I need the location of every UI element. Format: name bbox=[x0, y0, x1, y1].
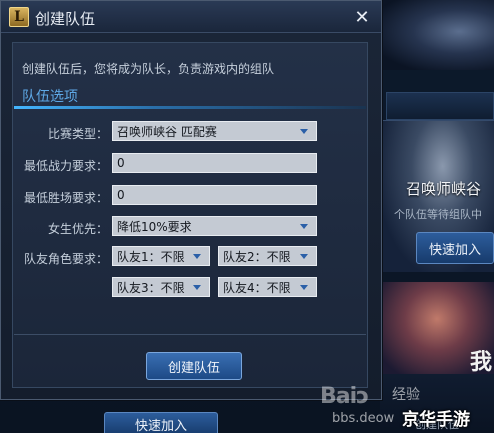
teammate-3-select[interactable]: 队友3：不限 bbox=[112, 277, 210, 297]
teammate-4-value: 队友4：不限 bbox=[223, 280, 291, 295]
teammate-2-value: 队友2：不限 bbox=[223, 249, 291, 264]
chevron-down-icon bbox=[300, 253, 308, 259]
teammate-4-select[interactable]: 队友4：不限 bbox=[218, 277, 317, 297]
game-mode-card-subtitle: 个队伍等待组队中 bbox=[394, 208, 482, 221]
watermark-site-name: 京华手游 bbox=[402, 410, 470, 430]
teammate-1-select[interactable]: 队友1：不限 bbox=[112, 246, 210, 266]
match-type-label: 比赛类型： bbox=[47, 127, 108, 141]
team-options-heading: 队伍选项 bbox=[22, 89, 78, 105]
female-priority-label: 女生优先： bbox=[47, 222, 108, 236]
match-type-value: 召唤师峡谷 匹配赛 bbox=[117, 124, 217, 139]
match-type-select[interactable]: 召唤师峡谷 匹配赛 bbox=[112, 121, 317, 141]
min-power-input[interactable]: 0 bbox=[112, 153, 317, 173]
background-tab[interactable] bbox=[386, 92, 494, 120]
min-power-label: 最低战力要求： bbox=[23, 159, 108, 173]
chevron-down-icon bbox=[300, 223, 308, 229]
min-wins-input[interactable]: 0 bbox=[112, 185, 317, 205]
create-team-button[interactable]: 创建队伍 bbox=[146, 352, 242, 380]
league-logo-icon: L bbox=[9, 7, 29, 27]
footer-divider bbox=[14, 334, 366, 335]
dialog-intro-text: 创建队伍后，您将成为队长，负责游戏内的组队 bbox=[22, 62, 275, 76]
background-banner-art bbox=[378, 0, 494, 70]
watermark-jingyan: 经验 bbox=[392, 387, 420, 403]
chevron-down-icon bbox=[193, 253, 201, 259]
min-wins-label: 最低胜场要求： bbox=[23, 191, 108, 205]
watermark-url: bbs.deow bbox=[332, 411, 395, 426]
section-divider bbox=[14, 106, 366, 109]
teammate-3-value: 队友3：不限 bbox=[117, 280, 185, 295]
game-mode-card-2-text: 我 bbox=[470, 350, 493, 375]
teammate-roles-label: 队友角色要求： bbox=[23, 252, 108, 266]
close-button[interactable]: ✕ bbox=[351, 6, 373, 28]
female-priority-select[interactable]: 降低10%要求 bbox=[112, 216, 317, 236]
teammate-1-value: 队友1：不限 bbox=[117, 249, 185, 264]
chevron-down-icon bbox=[300, 128, 308, 134]
chevron-down-icon bbox=[300, 284, 308, 290]
quick-join-button-bottom[interactable]: 快速加入 bbox=[104, 412, 218, 433]
game-mode-card-title: 召唤师峡谷 bbox=[406, 180, 482, 198]
chevron-down-icon bbox=[193, 284, 201, 290]
quick-join-button[interactable]: 快速加入 bbox=[416, 232, 494, 264]
dialog-titlebar: L 创建队伍 ✕ bbox=[1, 1, 381, 33]
baidu-watermark-logo: Baiↄ bbox=[320, 384, 369, 409]
female-priority-value: 降低10%要求 bbox=[117, 219, 192, 234]
dialog-title: 创建队伍 bbox=[35, 10, 96, 28]
teammate-2-select[interactable]: 队友2：不限 bbox=[218, 246, 317, 266]
